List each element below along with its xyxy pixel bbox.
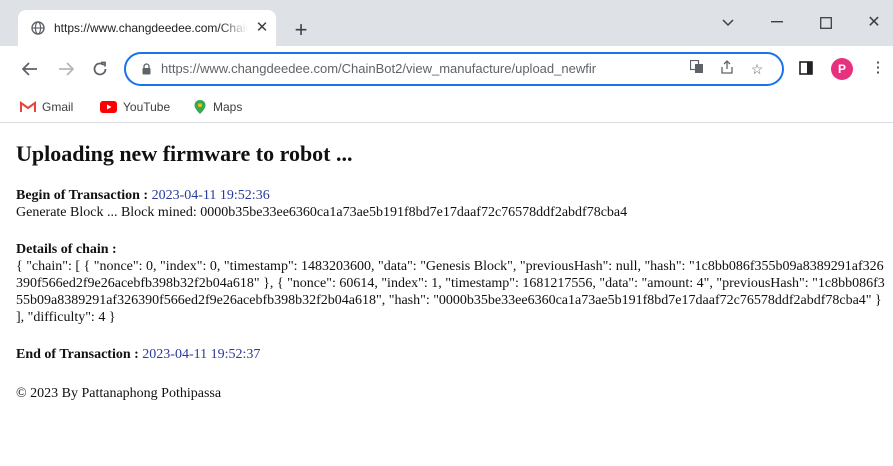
chain-details-label: Details of chain : bbox=[16, 242, 117, 257]
close-tab-icon[interactable]: ✕ bbox=[254, 20, 270, 36]
translate-icon[interactable] bbox=[688, 59, 706, 78]
bookmarks-bar: Gmail YouTube Maps bbox=[0, 92, 893, 123]
end-transaction-section: End of Transaction : 2023-04-11 19:52:37 bbox=[16, 346, 886, 363]
maximize-button[interactable] bbox=[811, 10, 841, 36]
page-title: Uploading new firmware to robot ... bbox=[16, 141, 353, 166]
end-transaction-label: End of Transaction : bbox=[16, 347, 139, 362]
bookmark-star-icon[interactable]: ☆ bbox=[748, 60, 766, 78]
bookmark-label: Gmail bbox=[42, 100, 74, 114]
tab-search-chevron-icon[interactable] bbox=[713, 10, 743, 36]
footer-copyright: © 2023 By Pattanaphong Pothipassa bbox=[16, 386, 222, 401]
begin-transaction-label: Begin of Transaction : bbox=[16, 188, 149, 203]
end-timestamp: 2023-04-11 19:52:37 bbox=[142, 347, 261, 362]
youtube-icon bbox=[100, 101, 117, 113]
reload-icon[interactable] bbox=[89, 58, 111, 80]
bookmark-maps[interactable]: Maps bbox=[193, 99, 242, 115]
maps-icon bbox=[194, 100, 206, 114]
profile-avatar[interactable]: P bbox=[831, 58, 853, 80]
new-tab-button[interactable]: + bbox=[290, 19, 312, 41]
minimize-button[interactable] bbox=[762, 10, 792, 36]
more-menu-icon[interactable]: ⋮ bbox=[868, 58, 888, 78]
share-icon[interactable] bbox=[718, 60, 736, 78]
block-mined-line: Generate Block ... Block mined: 0000b35b… bbox=[16, 205, 628, 220]
bookmark-label: YouTube bbox=[123, 100, 171, 114]
bookmark-gmail[interactable]: Gmail bbox=[20, 99, 73, 115]
browser-tab[interactable]: https://www.changdeedee.com/ChainBot2/vi… bbox=[18, 10, 276, 46]
lock-icon[interactable] bbox=[142, 63, 151, 75]
side-panel-icon[interactable] bbox=[796, 58, 816, 78]
close-window-button[interactable]: ✕ bbox=[859, 10, 889, 36]
url-text[interactable]: https://www.changdeedee.com/ChainBot2/vi… bbox=[161, 61, 681, 77]
forward-arrow-icon[interactable] bbox=[55, 58, 77, 80]
page-content: Uploading new firmware to robot ... Begi… bbox=[16, 123, 886, 402]
bookmark-youtube[interactable]: YouTube bbox=[100, 99, 170, 115]
chain-json-text: { "chain": [ { "nonce": 0, "index": 0, "… bbox=[16, 259, 885, 325]
browser-toolbar: https://www.changdeedee.com/ChainBot2/vi… bbox=[0, 46, 893, 92]
begin-timestamp: 2023-04-11 19:52:36 bbox=[151, 188, 270, 203]
tab-title: https://www.changdeedee.com/ChainBot2/vi… bbox=[54, 21, 248, 35]
bookmark-label: Maps bbox=[213, 100, 243, 114]
chain-details-section: Details of chain : { "chain": [ { "nonce… bbox=[16, 241, 886, 326]
gmail-icon bbox=[20, 101, 36, 112]
globe-icon bbox=[31, 21, 45, 35]
begin-transaction-section: Begin of Transaction : 2023-04-11 19:52:… bbox=[16, 187, 886, 221]
address-bar[interactable]: https://www.changdeedee.com/ChainBot2/vi… bbox=[124, 52, 784, 86]
back-arrow-icon[interactable] bbox=[19, 58, 41, 80]
browser-title-bar: https://www.changdeedee.com/ChainBot2/vi… bbox=[0, 0, 893, 46]
